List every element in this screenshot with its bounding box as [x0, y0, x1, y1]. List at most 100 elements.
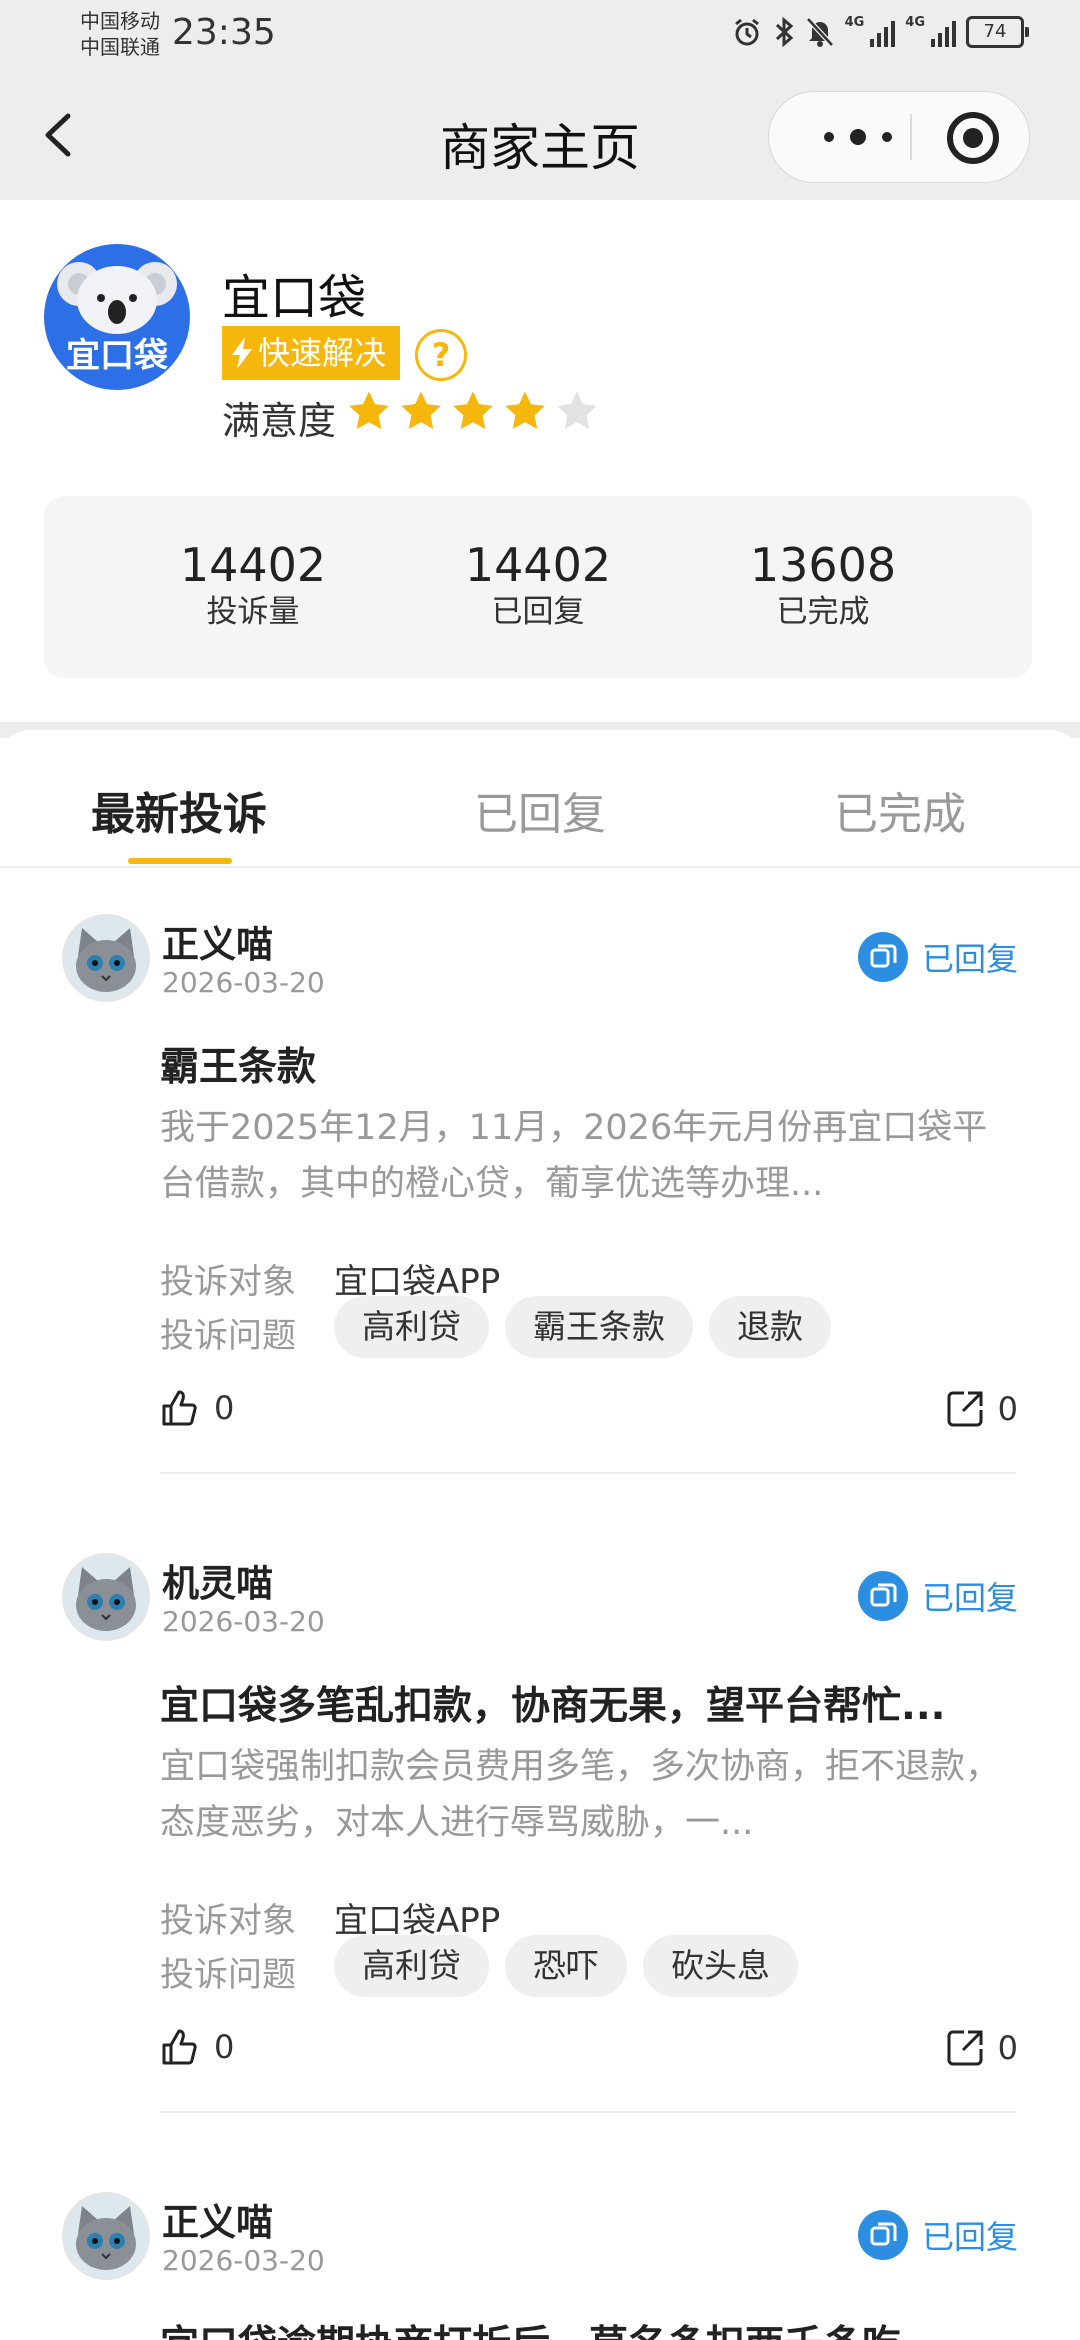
complaint-title[interactable]: 宜口袋逾期协商打折后，莫名多扣两千多吃 [160, 2314, 1020, 2340]
stats-box: 14402 投诉量 14402 已回复 13608 已完成 [44, 496, 1032, 678]
like-button[interactable]: 0 [160, 2027, 234, 2067]
issue-tag[interactable]: 恐吓 [505, 1935, 627, 1997]
logo-label: 宜口袋 [66, 336, 168, 376]
thumbs-up-icon [162, 2029, 197, 2065]
stat-label: 已回复 [491, 594, 585, 630]
complaint-card[interactable]: 正义喵 2026-03-20 已回复 宜口袋逾期协商打折后，莫名多扣两千多吃 [0, 2146, 1080, 2340]
issue-tag[interactable]: 退款 [709, 1296, 831, 1358]
status-label: 已回复 [921, 1579, 1018, 1617]
quick-resolve-badge: 快速解决 [222, 326, 401, 380]
mute-bell-icon [805, 17, 834, 47]
avatar [62, 2192, 150, 2280]
badge-label: 快速解决 [258, 334, 387, 372]
issue-label: 投诉问题 [160, 1955, 296, 1995]
close-target-icon[interactable] [945, 110, 1001, 166]
alarm-icon [734, 18, 759, 46]
user-name: 正义喵 [162, 923, 273, 966]
help-icon[interactable]: ? [415, 329, 467, 381]
more-options-icon[interactable] [813, 122, 903, 152]
post-date: 2026-03-20 [162, 2244, 325, 2277]
thumbs-up-icon [162, 1390, 197, 1426]
network-type-2: 4G [905, 15, 925, 30]
complaint-card[interactable]: 正义喵 2026-03-20 已回复 霸王条款 我于2025年12月，11月，2… [0, 868, 1080, 1508]
target-label: 投诉对象 [160, 1901, 296, 1941]
issue-label: 投诉问题 [160, 1316, 296, 1356]
post-date: 2026-03-20 [162, 1605, 325, 1638]
complaint-description: 宜口袋强制扣款会员费用多笔，多次协商，拒不退款，态度恶劣，对本人进行辱骂威胁，一… [160, 1747, 1001, 1843]
like-count: 0 [214, 1389, 235, 1427]
merchant-logo: 宜口袋 [44, 244, 190, 390]
cat-avatar-icon [76, 1567, 136, 1631]
star-filled-icon [505, 391, 545, 430]
issue-tag[interactable]: 高利贷 [334, 1935, 489, 1997]
bluetooth-icon [775, 16, 793, 48]
active-tab-indicator [128, 858, 232, 864]
card-divider [160, 2111, 1016, 2113]
issue-tag[interactable]: 霸王条款 [505, 1296, 693, 1358]
share-icon [947, 1391, 983, 1427]
issue-tags: 高利贷 恐吓 砍头息 [334, 1935, 798, 1997]
replied-icon [857, 1571, 908, 1621]
cat-avatar-icon [76, 2206, 136, 2270]
user-name: 正义喵 [162, 2201, 273, 2244]
issue-tag[interactable]: 砍头息 [643, 1935, 798, 1997]
complaint-card[interactable]: 机灵喵 2026-03-20 已回复 宜口袋多笔乱扣款，协商无果，望平台帮忙..… [0, 1507, 1080, 2147]
merchant-header: 宜口袋 宜口袋 快速解决 ? 满意度 14402 投诉量 14402 已回复 1… [0, 200, 1080, 722]
merchant-name: 宜口袋 [222, 270, 367, 326]
replied-icon [857, 932, 908, 982]
status-badge: 已回复 [857, 2210, 1018, 2260]
status-time: 23:35 [172, 12, 276, 53]
stat-value: 14402 [464, 538, 612, 592]
star-filled-icon [401, 391, 441, 430]
stat-label: 已完成 [776, 594, 870, 630]
signal-icon-2 [931, 17, 956, 47]
post-date: 2026-03-20 [162, 966, 325, 999]
star-filled-icon [349, 391, 389, 430]
capsule-divider [910, 114, 912, 160]
status-icons: 4G 4G 74 [731, 15, 1029, 48]
tab-latest[interactable]: 最新投诉 [91, 778, 267, 842]
stat-label: 投诉量 [206, 594, 300, 630]
status-label: 已回复 [921, 940, 1018, 978]
star-filled-icon [453, 391, 493, 430]
complaint-title[interactable]: 霸王条款 [160, 1036, 1020, 1092]
replied-icon [857, 2210, 908, 2260]
status-bar: 中国移动 中国联通 23:35 4G 4G 74 [0, 0, 1080, 70]
issue-tags: 高利贷 霸王条款 退款 [334, 1296, 831, 1358]
tab-replied[interactable]: 已回复 [474, 778, 606, 842]
cat-avatar-icon [76, 928, 136, 992]
issue-tag[interactable]: 高利贷 [334, 1296, 489, 1358]
share-button[interactable]: 0 [944, 1388, 1018, 1430]
complaint-description: 我于2025年12月，11月，2026年元月份再宜口袋平台借款，其中的橙心贷，葡… [160, 1108, 988, 1204]
avatar [62, 1553, 150, 1641]
complaint-title[interactable]: 宜口袋多笔乱扣款，协商无果，望平台帮忙... [160, 1675, 1020, 1731]
share-count: 0 [997, 1390, 1018, 1428]
share-icon [947, 2030, 983, 2066]
signal-icon-1 [870, 17, 896, 47]
network-type-1: 4G [844, 15, 865, 30]
nav-bar: 商家主页 [0, 70, 1080, 200]
target-label: 投诉对象 [160, 1262, 296, 1302]
card-divider [160, 1472, 1016, 1474]
stat-value: 14402 [179, 538, 327, 592]
share-count: 0 [997, 2029, 1018, 2067]
carrier-names: 中国移动 中国联通 [80, 8, 160, 60]
stat-complaints: 14402 投诉量 [88, 538, 418, 632]
like-button[interactable]: 0 [160, 1388, 234, 1428]
battery-icon: 74 [966, 16, 1029, 48]
stat-replied: 14402 已回复 [373, 538, 703, 632]
complaint-tabs: 最新投诉 已回复 已完成 [0, 730, 1080, 868]
share-button[interactable]: 0 [944, 2027, 1018, 2069]
star-empty-icon [557, 391, 597, 430]
lightning-icon [232, 337, 252, 369]
avatar [62, 914, 150, 1002]
satisfaction-label: 满意度 [222, 399, 337, 443]
mini-program-capsule [768, 91, 1030, 183]
status-badge: 已回复 [857, 1571, 1018, 1621]
status-badge: 已回复 [857, 932, 1018, 982]
stat-value: 13608 [749, 538, 897, 592]
stat-completed: 13608 已完成 [658, 538, 988, 632]
tab-completed[interactable]: 已完成 [834, 778, 966, 842]
carrier-1: 中国移动 [80, 9, 160, 33]
status-label: 已回复 [921, 2218, 1018, 2256]
